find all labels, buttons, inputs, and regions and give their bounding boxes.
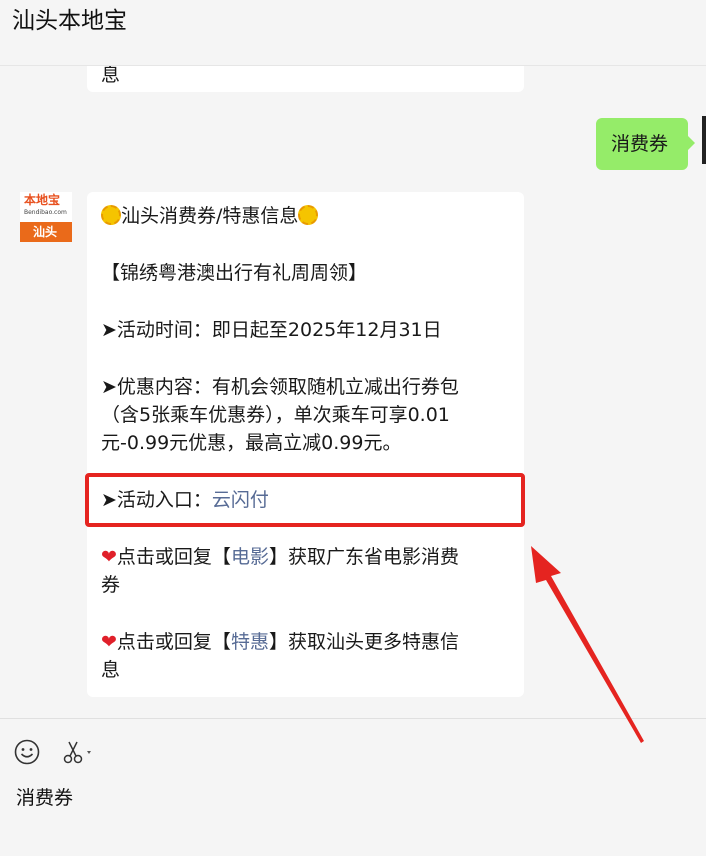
movie-link[interactable]: 电影 [231,546,269,568]
movie-prefix: 点击或回复【 [116,546,231,568]
chat-title: 汕头本地宝 [12,8,127,34]
avatar-brand: 本地宝 [24,193,61,207]
movie-reply-line: ❤点击或回复【电影】获取广东省电影消费 [101,543,459,571]
movie-suffix: 】获取广东省电影消费 [268,546,459,568]
avatar-city: 汕头 [33,225,58,239]
heart-icon: ❤ [101,631,117,653]
reply-message-bubble: 汕头消费券/特惠信息 【锦绣粤港澳出行有礼周周领】 ➤活动时间：即日起至2025… [87,192,524,697]
emoji-icon[interactable] [14,739,40,765]
activity-time: ➤活动时间：即日起至2025年12月31日 [101,319,442,341]
previous-message-text: 息 [101,66,121,86]
deal-reply-line: ❤点击或回复【特惠】获取汕头更多特惠信 [101,628,459,656]
chat-area[interactable]: 息 消费券 本地宝 Bendibao.com 汕头 汕头消费券/特惠信息 【锦绣… [0,66,706,718]
avatar-domain: Bendibao.com [24,209,67,216]
own-avatar-edge [702,116,706,164]
sun-icon [101,205,121,225]
sun-icon [298,205,319,225]
avatar[interactable]: 本地宝 Bendibao.com 汕头 [20,192,72,242]
scissors-icon[interactable] [62,739,94,765]
previous-message-bubble: 息 [87,66,524,92]
chat-header: 汕头本地宝 ··· [0,0,706,66]
offer-content-line2: （含5张乘车优惠券），单次乘车可享0.01 [101,404,450,426]
more-icon[interactable]: ··· [619,0,632,6]
heart-icon: ❤ [101,546,117,568]
offer-content-line1: ➤优惠内容：有机会领取随机立减出行券包 [101,376,459,398]
movie-reply-line2: 券 [101,574,121,596]
message-input[interactable]: 消费券 [16,785,73,811]
sent-message-bubble[interactable]: 消费券 [596,118,695,170]
bubble-tail [688,136,695,150]
deal-reply-line2: 息 [101,659,121,681]
deal-prefix: 点击或回复【 [116,631,231,653]
offer-content-line3: 元-0.99元优惠，最高立减0.99元。 [101,432,402,454]
reply-title: 汕头消费券/特惠信息 [121,205,299,227]
reply-subtitle: 【锦绣粤港澳出行有礼周周领】 [101,262,368,284]
sent-message-text: 消费券 [611,133,669,155]
reply-title-line: 汕头消费券/特惠信息 [101,202,319,230]
input-toolbar: 消费券 [0,718,706,856]
deal-link[interactable]: 特惠 [231,631,269,653]
deal-suffix: 】获取汕头更多特惠信 [268,631,459,653]
entry-highlight-box [85,473,525,527]
